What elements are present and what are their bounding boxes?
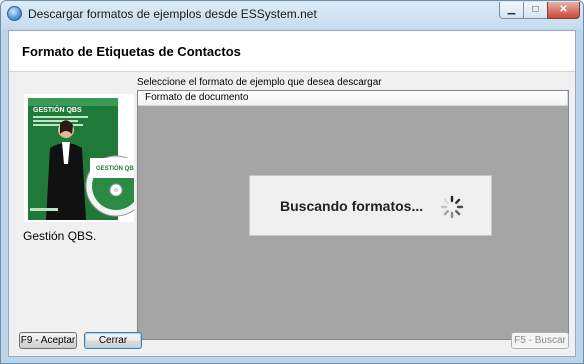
format-prompt-label: Seleccione el formato de ejemplo que des… bbox=[137, 77, 382, 88]
search-button[interactable]: F5 - Buscar bbox=[511, 332, 569, 349]
loading-panel: Buscando formatos... bbox=[249, 175, 492, 236]
spinner-icon bbox=[440, 195, 464, 219]
product-box-image: GESTIÓN QBS GESTIÓN QBS bbox=[24, 94, 134, 222]
window-title: Descargar formatos de ejemplos desde ESS… bbox=[28, 7, 317, 21]
product-caption: Gestión QBS. bbox=[23, 229, 97, 243]
loading-text: Buscando formatos... bbox=[280, 198, 424, 214]
product-box-illustration: GESTIÓN QBS GESTIÓN QBS bbox=[28, 98, 134, 220]
list-header: Formato de documento bbox=[138, 91, 568, 106]
column-separator bbox=[567, 91, 568, 105]
minimize-icon: ▁ bbox=[507, 4, 516, 15]
maximize-icon: □ bbox=[532, 4, 539, 15]
column-header-format[interactable]: Formato de documento bbox=[145, 92, 248, 103]
dialog-client-area: Formato de Etiquetas de Contactos GESTIÓ… bbox=[8, 30, 576, 357]
dialog-window: Descargar formatos de ejemplos desde ESS… bbox=[0, 0, 584, 364]
disc-label-text: GESTIÓN QBS bbox=[96, 164, 134, 172]
app-globe-icon bbox=[7, 6, 22, 21]
header-band: Formato de Etiquetas de Contactos bbox=[9, 31, 575, 72]
title-bar[interactable]: Descargar formatos de ejemplos desde ESS… bbox=[1, 1, 583, 27]
box-brand-text: GESTIÓN QBS bbox=[33, 105, 82, 114]
format-list[interactable]: Formato de documento Buscando formatos..… bbox=[137, 90, 569, 340]
close-window-button[interactable]: ✕ bbox=[547, 2, 580, 19]
close-button[interactable]: Cerrar bbox=[84, 332, 142, 349]
maximize-button[interactable]: □ bbox=[523, 2, 548, 19]
close-icon: ✕ bbox=[559, 4, 568, 15]
accept-button[interactable]: F9 - Aceptar bbox=[19, 332, 77, 349]
page-title: Formato de Etiquetas de Contactos bbox=[22, 44, 241, 59]
minimize-button[interactable]: ▁ bbox=[499, 2, 524, 19]
